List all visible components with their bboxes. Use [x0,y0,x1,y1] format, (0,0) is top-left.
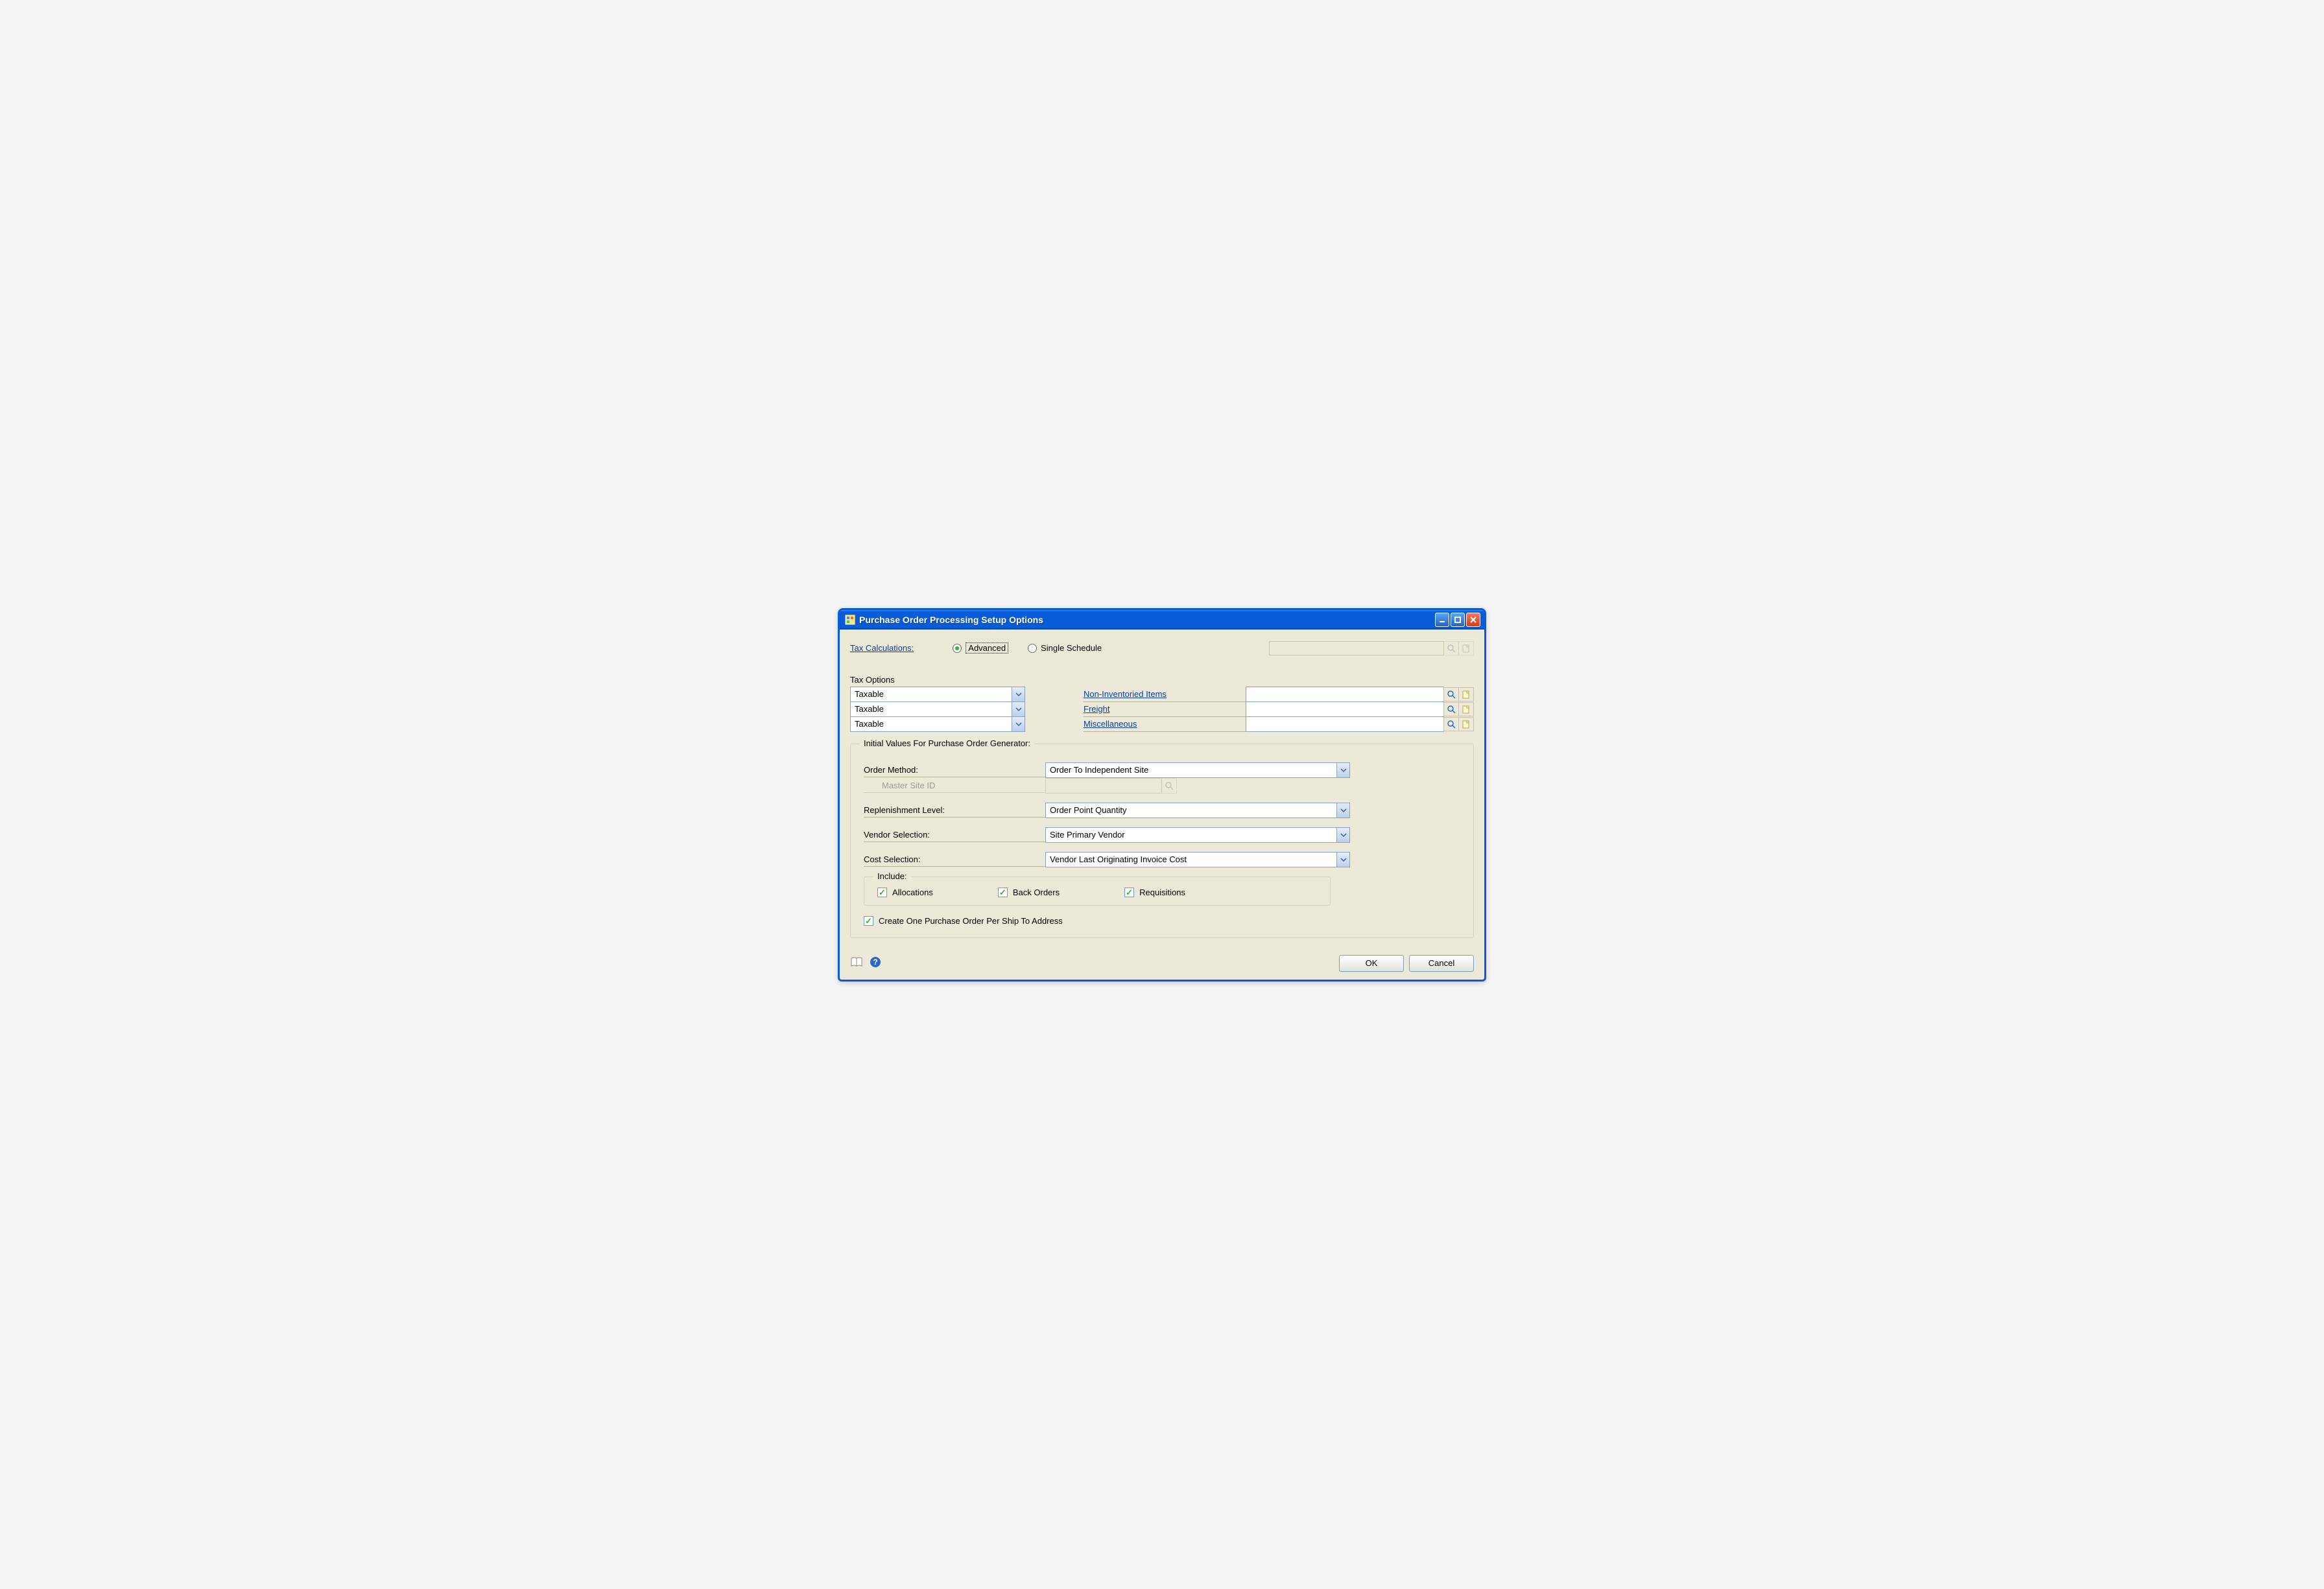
chevron-down-icon [1336,763,1349,777]
create-one-po-per-ship-label: Create One Purchase Order Per Ship To Ad… [879,916,1063,926]
include-legend: Include: [873,871,911,881]
footer: ? OK Cancel [850,955,1474,972]
client-area: Tax Calculations: Advanced Single Schedu… [840,630,1484,980]
back-orders-label: Back Orders [1013,888,1060,897]
chevron-down-icon [1336,803,1349,818]
lookup-icon [1443,641,1459,655]
app-icon [845,615,855,625]
po-generator-legend: Initial Values For Purchase Order Genera… [860,738,1034,748]
tax-option-dropdown-1[interactable]: Taxable [850,701,1025,717]
checkbox-icon [877,888,887,897]
freight-input[interactable] [1246,701,1444,717]
tax-option-dropdown-2[interactable]: Taxable [850,716,1025,732]
chevron-down-icon [1336,853,1349,867]
note-icon[interactable] [1458,702,1474,716]
cost-selection-dropdown[interactable]: Vendor Last Originating Invoice Cost [1045,852,1350,867]
svg-text:?: ? [873,958,877,967]
titlebar: Purchase Order Processing Setup Options [840,610,1484,630]
tax-option-dropdown-0[interactable]: Taxable [850,687,1025,702]
note-icon[interactable] [1458,717,1474,731]
help-icon[interactable]: ? [870,956,881,970]
checkbox-icon [864,916,873,926]
cost-selection-label: Cost Selection: [864,853,1045,867]
miscellaneous-input[interactable] [1246,716,1444,732]
radio-advanced[interactable]: Advanced [953,642,1008,653]
miscellaneous-link[interactable]: Miscellaneous [1084,719,1137,729]
window-title: Purchase Order Processing Setup Options [859,615,1435,625]
checkbox-icon [1124,888,1134,897]
replenishment-level-dropdown[interactable]: Order Point Quantity [1045,803,1350,818]
radio-icon [1028,644,1037,653]
radio-icon [953,644,962,653]
chevron-down-icon [1012,687,1025,701]
tax-calculations-row: Tax Calculations: Advanced Single Schedu… [850,641,1474,655]
minimize-button[interactable] [1435,613,1449,627]
single-schedule-input [1269,641,1444,655]
order-method-dropdown[interactable]: Order To Independent Site [1045,762,1350,778]
requisitions-checkbox[interactable]: Requisitions [1124,888,1185,897]
master-site-id-label: Master Site ID [864,779,1045,793]
vendor-selection-label: Vendor Selection: [864,828,1045,842]
close-button[interactable] [1466,613,1480,627]
manual-icon[interactable] [850,956,864,970]
replenishment-level-label: Replenishment Level: [864,803,1045,818]
non-inventoried-items-input[interactable] [1246,687,1444,702]
note-icon [1458,641,1474,655]
radio-single-schedule[interactable]: Single Schedule [1028,643,1102,653]
checkbox-icon [998,888,1008,897]
chevron-down-icon [1336,828,1349,842]
allocations-checkbox[interactable]: Allocations [877,888,933,897]
freight-link[interactable]: Freight [1084,704,1109,714]
back-orders-checkbox[interactable]: Back Orders [998,888,1060,897]
ok-button[interactable]: OK [1339,955,1404,972]
chevron-down-icon [1012,702,1025,716]
lookup-icon[interactable] [1443,717,1459,731]
requisitions-label: Requisitions [1139,888,1185,897]
radio-advanced-label: Advanced [966,642,1008,653]
radio-single-label: Single Schedule [1041,643,1102,653]
vendor-selection-dropdown[interactable]: Site Primary Vendor [1045,827,1350,843]
chevron-down-icon [1012,717,1025,731]
allocations-label: Allocations [892,888,933,897]
non-inventoried-items-link[interactable]: Non-Inventoried Items [1084,689,1167,699]
cancel-button[interactable]: Cancel [1409,955,1474,972]
lookup-icon [1161,778,1177,794]
note-icon[interactable] [1458,687,1474,701]
create-one-po-per-ship-checkbox[interactable]: Create One Purchase Order Per Ship To Ad… [864,916,1460,926]
include-fieldset: Include: Allocations Back Orders Requisi… [864,877,1331,906]
dialog-purchase-order-setup-options: Purchase Order Processing Setup Options … [838,608,1486,982]
lookup-icon[interactable] [1443,687,1459,701]
master-site-id-input [1045,778,1162,794]
maximize-button[interactable] [1451,613,1465,627]
tax-options-label: Tax Options [850,675,1474,685]
tax-calculations-link[interactable]: Tax Calculations: [850,643,914,653]
order-method-label: Order Method: [864,763,1045,777]
lookup-icon[interactable] [1443,702,1459,716]
po-generator-fieldset: Initial Values For Purchase Order Genera… [850,744,1474,938]
